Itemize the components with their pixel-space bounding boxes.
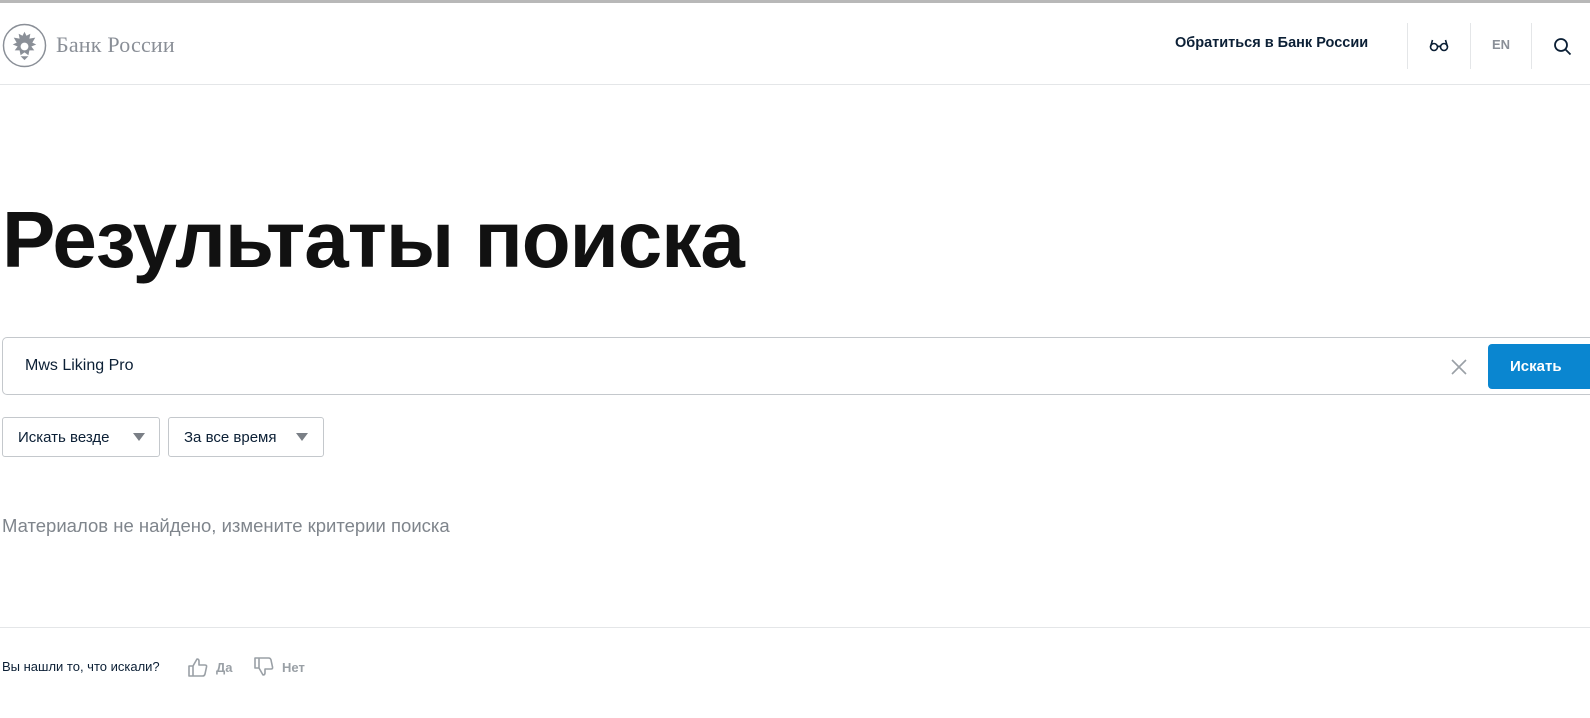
header-search-button[interactable]: [1552, 36, 1572, 56]
bank-emblem-icon: [2, 23, 47, 67]
footer-divider: [0, 627, 1590, 628]
feedback-no-label: Нет: [282, 659, 305, 675]
search-input[interactable]: [25, 351, 1425, 381]
dropdown-arrow-icon: [296, 433, 308, 441]
site-header: Банк России Обратиться в Банк России EN: [0, 3, 1590, 85]
header-divider: [1531, 23, 1532, 69]
contact-bank-link[interactable]: Обратиться в Банк России: [1175, 35, 1368, 51]
glasses-icon: [1429, 39, 1449, 52]
search-icon: [1554, 38, 1572, 56]
search-form: [2, 337, 1590, 395]
feedback-no-button[interactable]: Нет: [253, 655, 305, 679]
logo-text: Банк России: [56, 32, 175, 57]
feedback-yes-label: Да: [216, 659, 233, 675]
thumbs-down-icon: [254, 657, 274, 676]
period-dropdown-label: За все время: [184, 429, 277, 446]
page-title: Результаты поиска: [2, 195, 745, 284]
feedback-question: Вы нашли то, что искали?: [2, 659, 160, 674]
header-divider: [1470, 23, 1471, 69]
site-logo[interactable]: Банк России: [2, 22, 175, 68]
language-switch[interactable]: EN: [1492, 37, 1510, 52]
empty-results-message: Материалов не найдено, измените критерии…: [2, 515, 450, 536]
dropdown-arrow-icon: [133, 433, 145, 441]
search-submit-button[interactable]: Искать: [1488, 344, 1590, 389]
header-divider: [1407, 23, 1408, 69]
scope-dropdown-label: Искать везде: [18, 429, 110, 446]
thumbs-up-icon: [188, 658, 208, 677]
accessibility-button[interactable]: [1427, 35, 1451, 55]
clear-search-button[interactable]: [1449, 357, 1469, 377]
period-dropdown[interactable]: За все время: [168, 417, 324, 457]
scope-dropdown[interactable]: Искать везде: [2, 417, 160, 457]
feedback-yes-button[interactable]: Да: [187, 655, 233, 679]
close-icon: [1451, 359, 1467, 375]
